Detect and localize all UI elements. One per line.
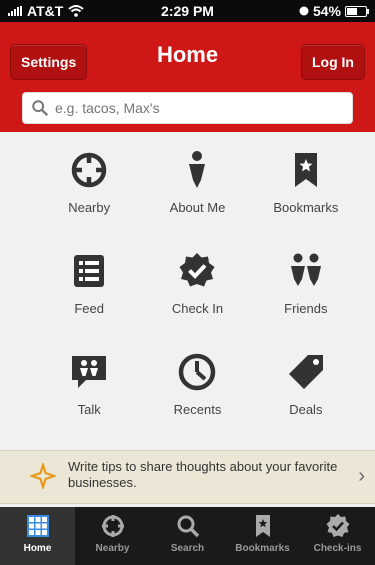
clock-icon: [179, 353, 216, 391]
tile-label: Bookmarks: [273, 200, 339, 215]
crosshair-icon: [101, 515, 124, 537]
friends-icon: [290, 253, 321, 286]
tab-label: Check-ins: [313, 543, 362, 554]
search-bar[interactable]: [22, 92, 353, 124]
tile-feed[interactable]: Feed: [35, 243, 143, 344]
tab-bar: Home Nearby Search Bookmarks Check-ins: [0, 507, 375, 565]
tab-label: Nearby: [95, 543, 130, 554]
status-bar: AT&T 2:29 PM 54%: [0, 0, 375, 22]
status-right: 54%: [299, 3, 369, 19]
tag-icon: [288, 355, 323, 389]
tile-deals[interactable]: Deals: [252, 344, 360, 445]
tab-home[interactable]: Home: [0, 507, 75, 565]
bookmark-icon: [294, 153, 317, 187]
sparkle-star-icon: [30, 463, 56, 489]
tip-text: Write tips to share thoughts about your …: [68, 459, 338, 490]
tile-about-me[interactable]: About Me: [143, 142, 251, 243]
tab-search[interactable]: Search: [150, 507, 225, 565]
search-icon: [177, 515, 199, 538]
check-badge-icon: [179, 253, 215, 287]
tile-label: Talk: [77, 402, 101, 417]
tile-label: Feed: [74, 301, 104, 316]
tile-bookmarks[interactable]: Bookmarks: [252, 142, 360, 243]
tab-bookmarks[interactable]: Bookmarks: [225, 507, 300, 565]
search-icon: [32, 100, 49, 117]
tile-label: Recents: [173, 402, 222, 417]
tab-label: Search: [170, 543, 205, 554]
search-input[interactable]: [49, 99, 337, 117]
bookmark-icon: [255, 515, 270, 537]
header: Settings Home Log In: [0, 22, 375, 132]
tile-label: Friends: [284, 301, 328, 316]
home-grid-icon: [26, 515, 49, 537]
tab-nearby[interactable]: Nearby: [75, 507, 150, 565]
location-icon: [299, 6, 309, 16]
tile-nearby[interactable]: Nearby: [35, 142, 143, 243]
tile-friends[interactable]: Friends: [252, 243, 360, 344]
tile-label: Nearby: [68, 200, 111, 215]
tile-label: Deals: [289, 402, 323, 417]
chevron-right-icon: ›: [358, 465, 365, 487]
crosshair-icon: [71, 152, 107, 188]
tile-label: About Me: [169, 200, 226, 215]
feed-list-icon: [74, 255, 105, 287]
person-icon: [189, 151, 206, 188]
tab-label: Home: [23, 543, 52, 554]
tile-label: Check In: [171, 301, 224, 316]
battery-percent: 54%: [312, 3, 341, 19]
battery-icon: [345, 5, 369, 17]
talk-bubble-icon: [72, 356, 107, 388]
tile-check-in[interactable]: Check In: [143, 243, 251, 344]
tile-talk[interactable]: Talk: [35, 344, 143, 445]
tip-banner[interactable]: Write tips to share thoughts about your …: [0, 450, 375, 504]
home-grid: Nearby About Me Bookmarks Feed Check In: [35, 142, 360, 445]
tab-check-ins[interactable]: Check-ins: [300, 507, 375, 565]
tab-label: Bookmarks: [235, 543, 290, 554]
login-button[interactable]: Log In: [301, 44, 365, 80]
check-badge-icon: [326, 514, 349, 537]
tile-recents[interactable]: Recents: [143, 344, 251, 445]
